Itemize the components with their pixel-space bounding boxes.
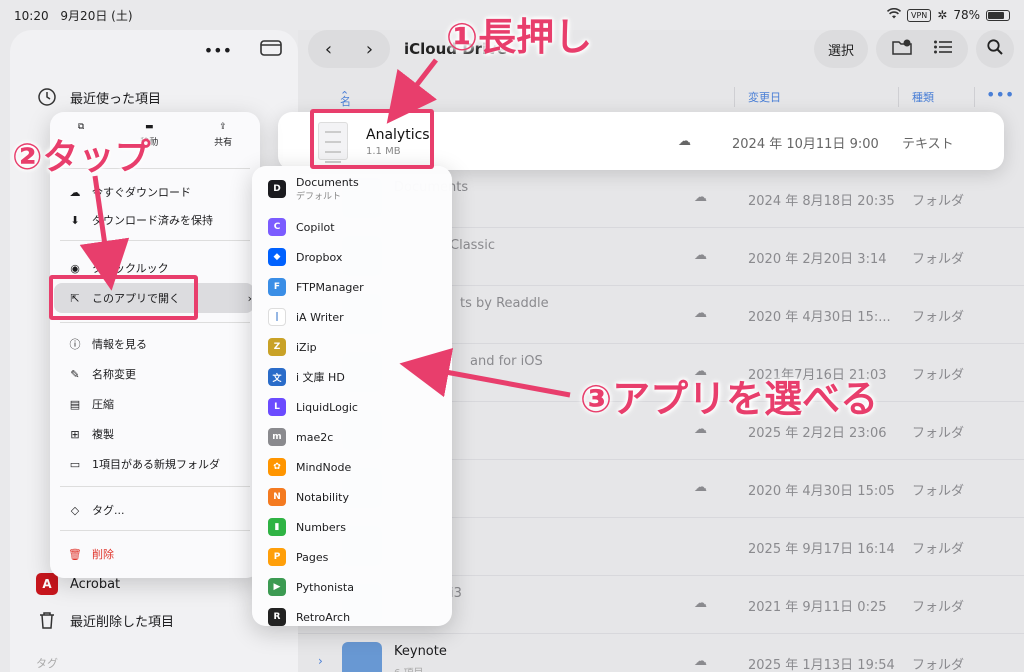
annotation-arrows <box>79 58 571 398</box>
